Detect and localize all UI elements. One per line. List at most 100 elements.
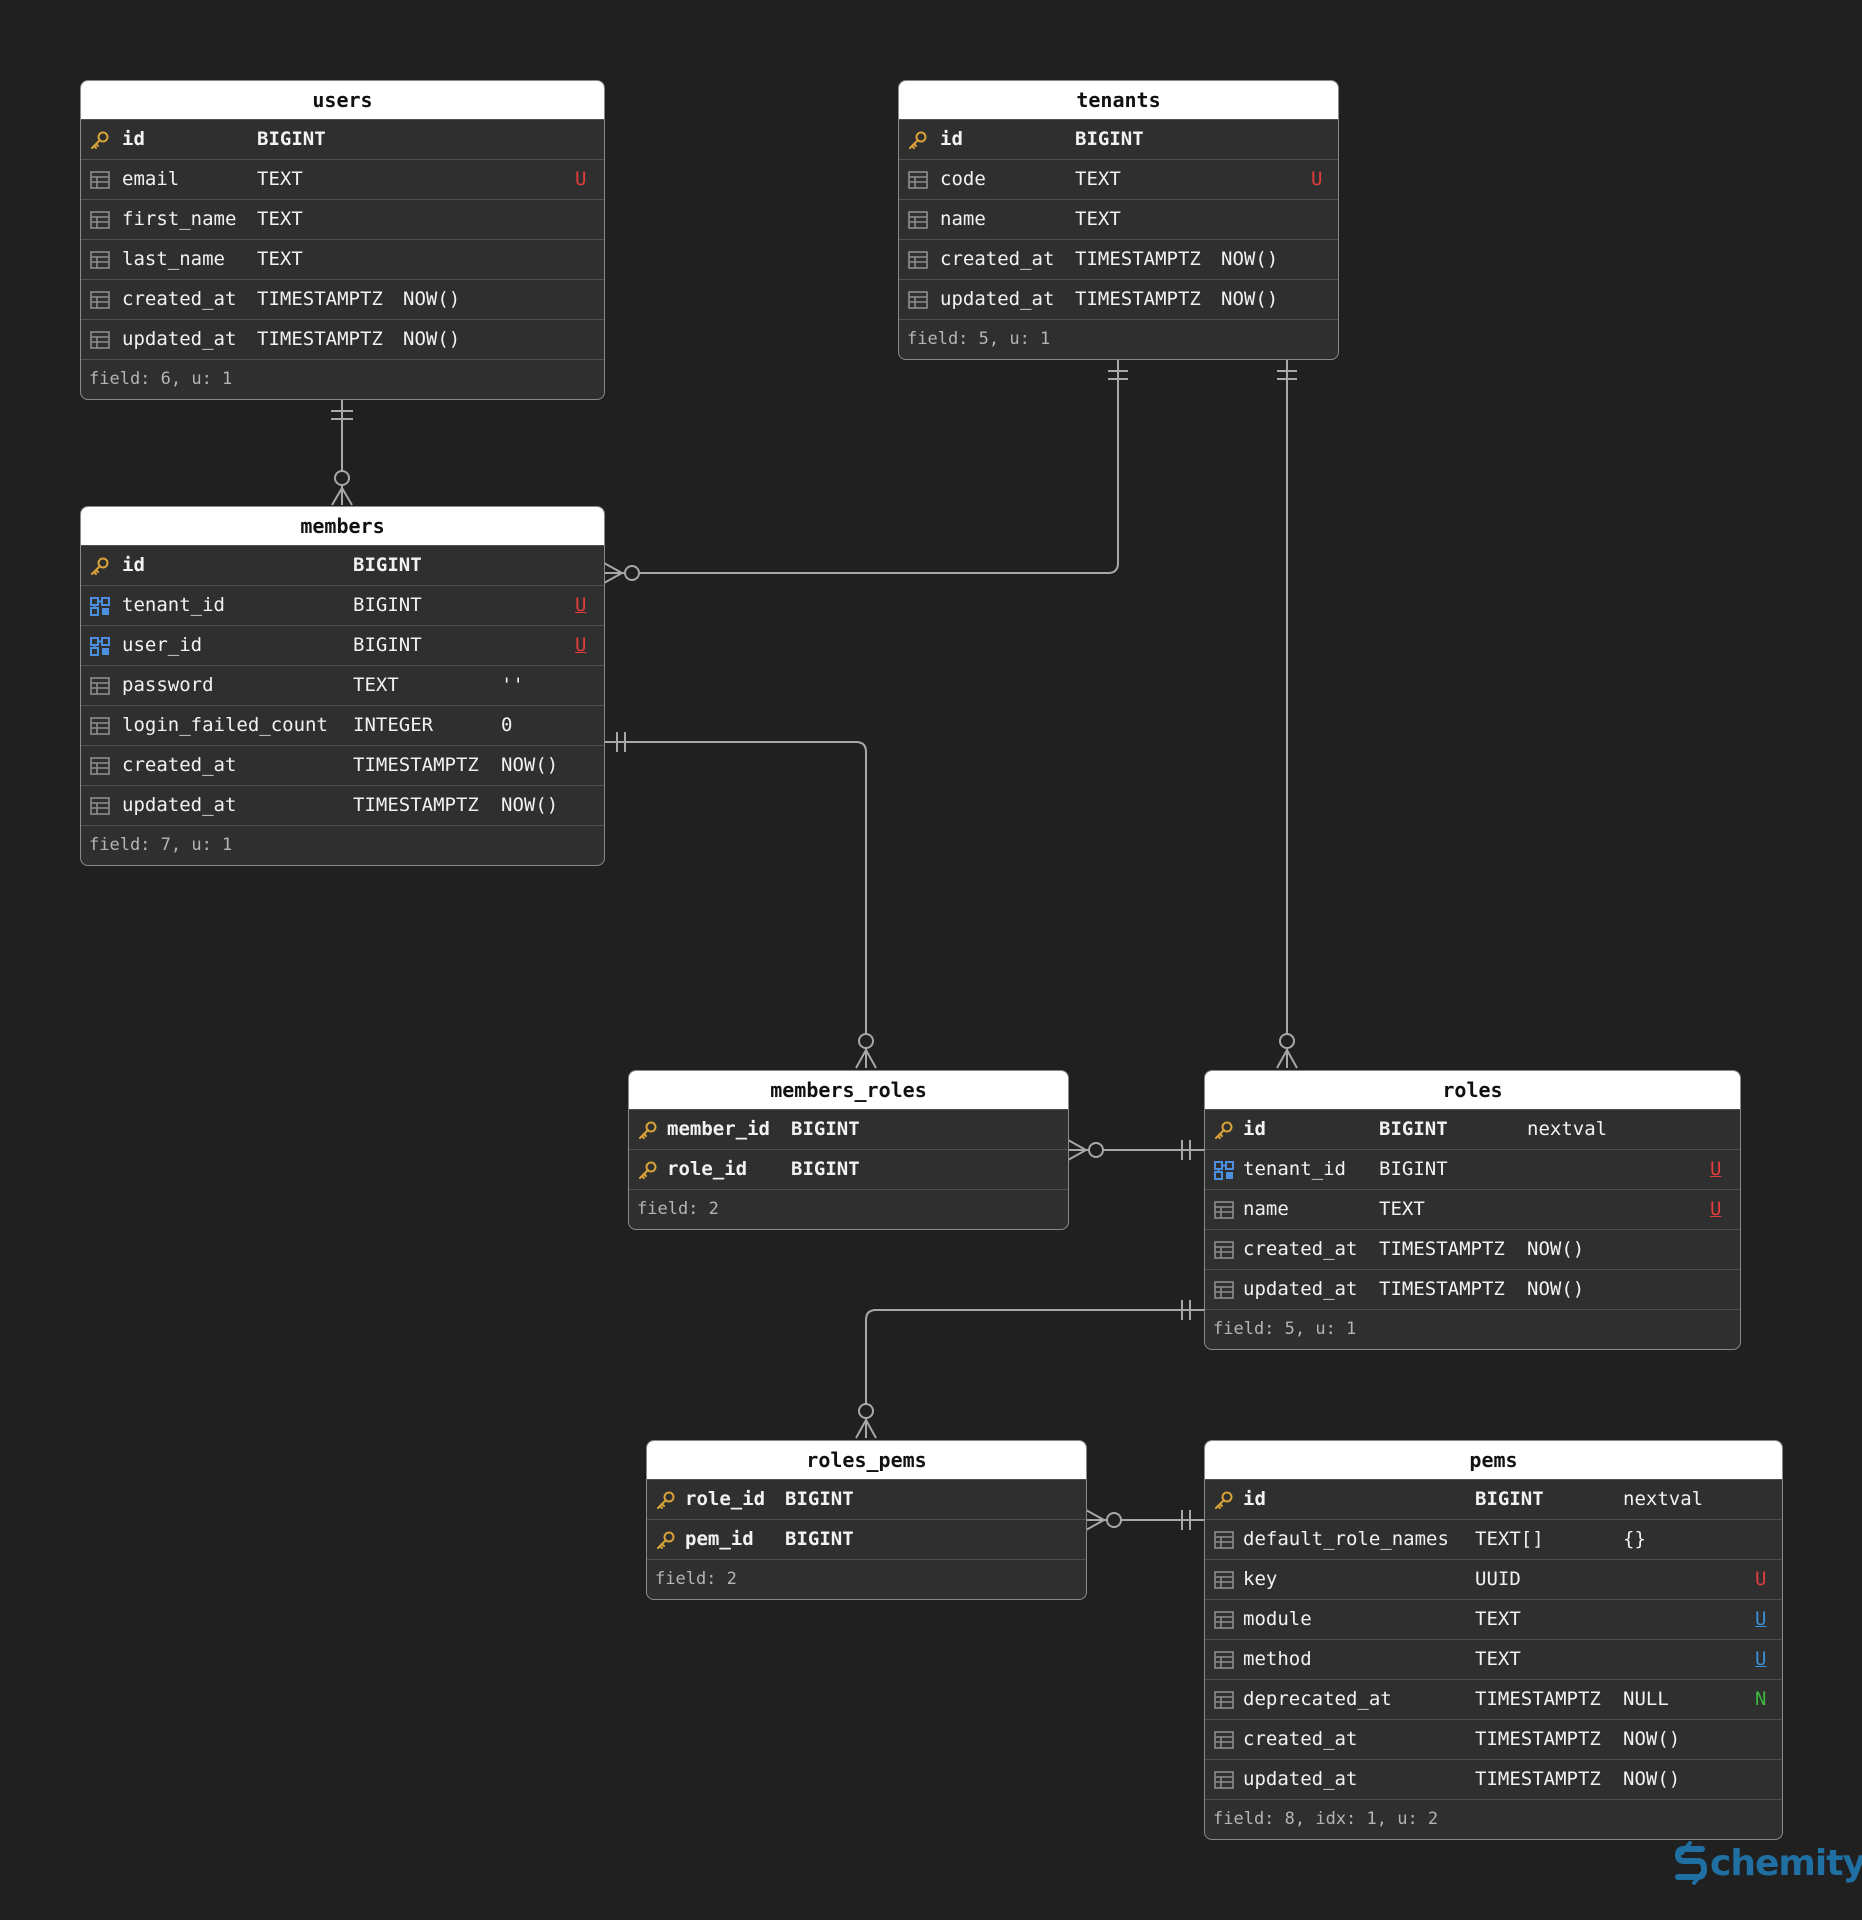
column-row[interactable]: tenant_id BIGINT U	[81, 585, 604, 625]
column-default: NOW()	[1221, 248, 1279, 270]
column-row[interactable]: role_id BIGINT	[647, 1479, 1086, 1519]
column-row[interactable]: last_name TEXT	[81, 239, 604, 279]
column-type: TEXT	[353, 674, 399, 696]
column-default: NOW()	[501, 754, 559, 776]
column-row[interactable]: email TEXT U	[81, 159, 604, 199]
table-title[interactable]: roles_pems	[647, 1441, 1086, 1479]
column-row[interactable]: name TEXT	[899, 199, 1338, 239]
column-name: updated_at	[122, 794, 237, 816]
logo-text: chemity	[1710, 1842, 1862, 1884]
column-icon	[89, 289, 111, 311]
column-row[interactable]: created_at TIMESTAMPTZ NOW()	[81, 279, 604, 319]
column-default: ''	[501, 674, 524, 696]
column-icon	[1213, 1279, 1235, 1301]
table-members_roles[interactable]: members_roles member_id BIGINT role_id BIGIN…	[628, 1070, 1069, 1230]
column-name: updated_at	[1243, 1768, 1358, 1790]
key-icon	[637, 1159, 659, 1181]
column-row[interactable]: created_at TIMESTAMPTZ NOW()	[899, 239, 1338, 279]
column-row[interactable]: deprecated_at TIMESTAMPTZ NULL N	[1205, 1679, 1782, 1719]
zero-marker	[624, 565, 640, 581]
column-name: tenant_id	[1243, 1158, 1346, 1180]
column-type: TEXT	[257, 168, 303, 190]
column-row[interactable]: code TEXT U	[899, 159, 1338, 199]
table-roles[interactable]: roles id BIGINT nextval tenant_id BIGINT Uname…	[1204, 1070, 1741, 1350]
column-name: member_id	[667, 1118, 770, 1140]
column-row[interactable]: key UUID U	[1205, 1559, 1782, 1599]
column-row[interactable]: name TEXT U	[1205, 1189, 1740, 1229]
column-type: TEXT[]	[1475, 1528, 1544, 1550]
table-title[interactable]: roles	[1205, 1071, 1740, 1109]
edge-tenants-members	[604, 360, 1119, 574]
column-row[interactable]: id BIGINT nextval	[1205, 1109, 1740, 1149]
column-row[interactable]: updated_at TIMESTAMPTZ NOW()	[1205, 1759, 1782, 1799]
column-icon	[89, 249, 111, 271]
unique-badge: U	[1755, 1568, 1767, 1590]
column-name: email	[122, 168, 180, 190]
column-name: method	[1243, 1648, 1312, 1670]
table-title[interactable]: members_roles	[629, 1071, 1068, 1109]
column-row[interactable]: pem_id BIGINT	[647, 1519, 1086, 1559]
column-row[interactable]: updated_at TIMESTAMPTZ NOW()	[899, 279, 1338, 319]
table-tenants[interactable]: tenants id BIGINT code TEXT Uname TEXT created_…	[898, 80, 1339, 360]
column-row[interactable]: module TEXT U	[1205, 1599, 1782, 1639]
column-name: created_at	[1243, 1238, 1358, 1260]
column-row[interactable]: method TEXT U	[1205, 1639, 1782, 1679]
column-row[interactable]: created_at TIMESTAMPTZ NOW()	[1205, 1229, 1740, 1269]
column-row[interactable]: updated_at TIMESTAMPTZ NOW()	[1205, 1269, 1740, 1309]
column-row[interactable]: user_id BIGINT U	[81, 625, 604, 665]
table-users[interactable]: users id BIGINT email TEXT Ufirst_name TEXT las…	[80, 80, 605, 400]
edge-members-members_roles	[604, 741, 867, 1068]
column-row[interactable]: updated_at TIMESTAMPTZ NOW()	[81, 785, 604, 825]
column-type: TEXT	[1475, 1648, 1521, 1670]
edge-roles-roles_pems	[865, 1309, 1204, 1438]
column-row[interactable]: role_id BIGINT	[629, 1149, 1068, 1189]
column-row[interactable]: default_role_names TEXT[] {}	[1205, 1519, 1782, 1559]
column-row[interactable]: id BIGINT	[81, 119, 604, 159]
column-row[interactable]: tenant_id BIGINT U	[1205, 1149, 1740, 1189]
column-type: TIMESTAMPTZ	[353, 754, 479, 776]
column-type: TIMESTAMPTZ	[257, 288, 383, 310]
column-row[interactable]: member_id BIGINT	[629, 1109, 1068, 1149]
column-name: tenant_id	[122, 594, 225, 616]
table-title[interactable]: pems	[1205, 1441, 1782, 1479]
column-row[interactable]: first_name TEXT	[81, 199, 604, 239]
key-icon	[655, 1489, 677, 1511]
column-row[interactable]: id BIGINT nextval	[1205, 1479, 1782, 1519]
key-icon	[655, 1529, 677, 1551]
column-type: TIMESTAMPTZ	[1475, 1688, 1601, 1710]
column-name: deprecated_at	[1243, 1688, 1392, 1710]
column-type: BIGINT	[1379, 1118, 1448, 1140]
column-icon	[1213, 1529, 1235, 1551]
table-title[interactable]: members	[81, 507, 604, 545]
column-icon	[89, 169, 111, 191]
column-type: TIMESTAMPTZ	[1379, 1238, 1505, 1260]
table-footer: field: 5, u: 1	[1205, 1309, 1740, 1349]
column-icon	[1213, 1569, 1235, 1591]
schemity-logo: chemity	[1672, 1840, 1862, 1886]
zero-marker	[858, 1033, 874, 1049]
column-type: TEXT	[1379, 1198, 1425, 1220]
column-row[interactable]: updated_at TIMESTAMPTZ NOW()	[81, 319, 604, 359]
unique-badge: U	[1311, 168, 1323, 190]
column-name: id	[1243, 1488, 1266, 1510]
column-default: NOW()	[1527, 1278, 1585, 1300]
table-pems[interactable]: pems id BIGINT nextval default_role_names TEX…	[1204, 1440, 1783, 1840]
table-title[interactable]: tenants	[899, 81, 1338, 119]
column-row[interactable]: id BIGINT	[81, 545, 604, 585]
column-type: INTEGER	[353, 714, 434, 736]
zero-marker	[1106, 1512, 1122, 1528]
table-footer: field: 6, u: 1	[81, 359, 604, 399]
column-row[interactable]: id BIGINT	[899, 119, 1338, 159]
nullable-badge: N	[1755, 1688, 1767, 1710]
column-row[interactable]: created_at TIMESTAMPTZ NOW()	[81, 745, 604, 785]
column-row[interactable]: login_failed_count INTEGER 0	[81, 705, 604, 745]
table-members[interactable]: members id BIGINT tenant_id BIGINT Uuser_id BI…	[80, 506, 605, 866]
table-title[interactable]: users	[81, 81, 604, 119]
column-type: TIMESTAMPTZ	[1475, 1728, 1601, 1750]
zero-marker	[858, 1403, 874, 1419]
foreign-key-icon	[89, 595, 111, 617]
column-row[interactable]: created_at TIMESTAMPTZ NOW()	[1205, 1719, 1782, 1759]
column-row[interactable]: password TEXT ''	[81, 665, 604, 705]
column-icon	[1213, 1199, 1235, 1221]
table-roles_pems[interactable]: roles_pems role_id BIGINT pem_id BIGINT field…	[646, 1440, 1087, 1600]
